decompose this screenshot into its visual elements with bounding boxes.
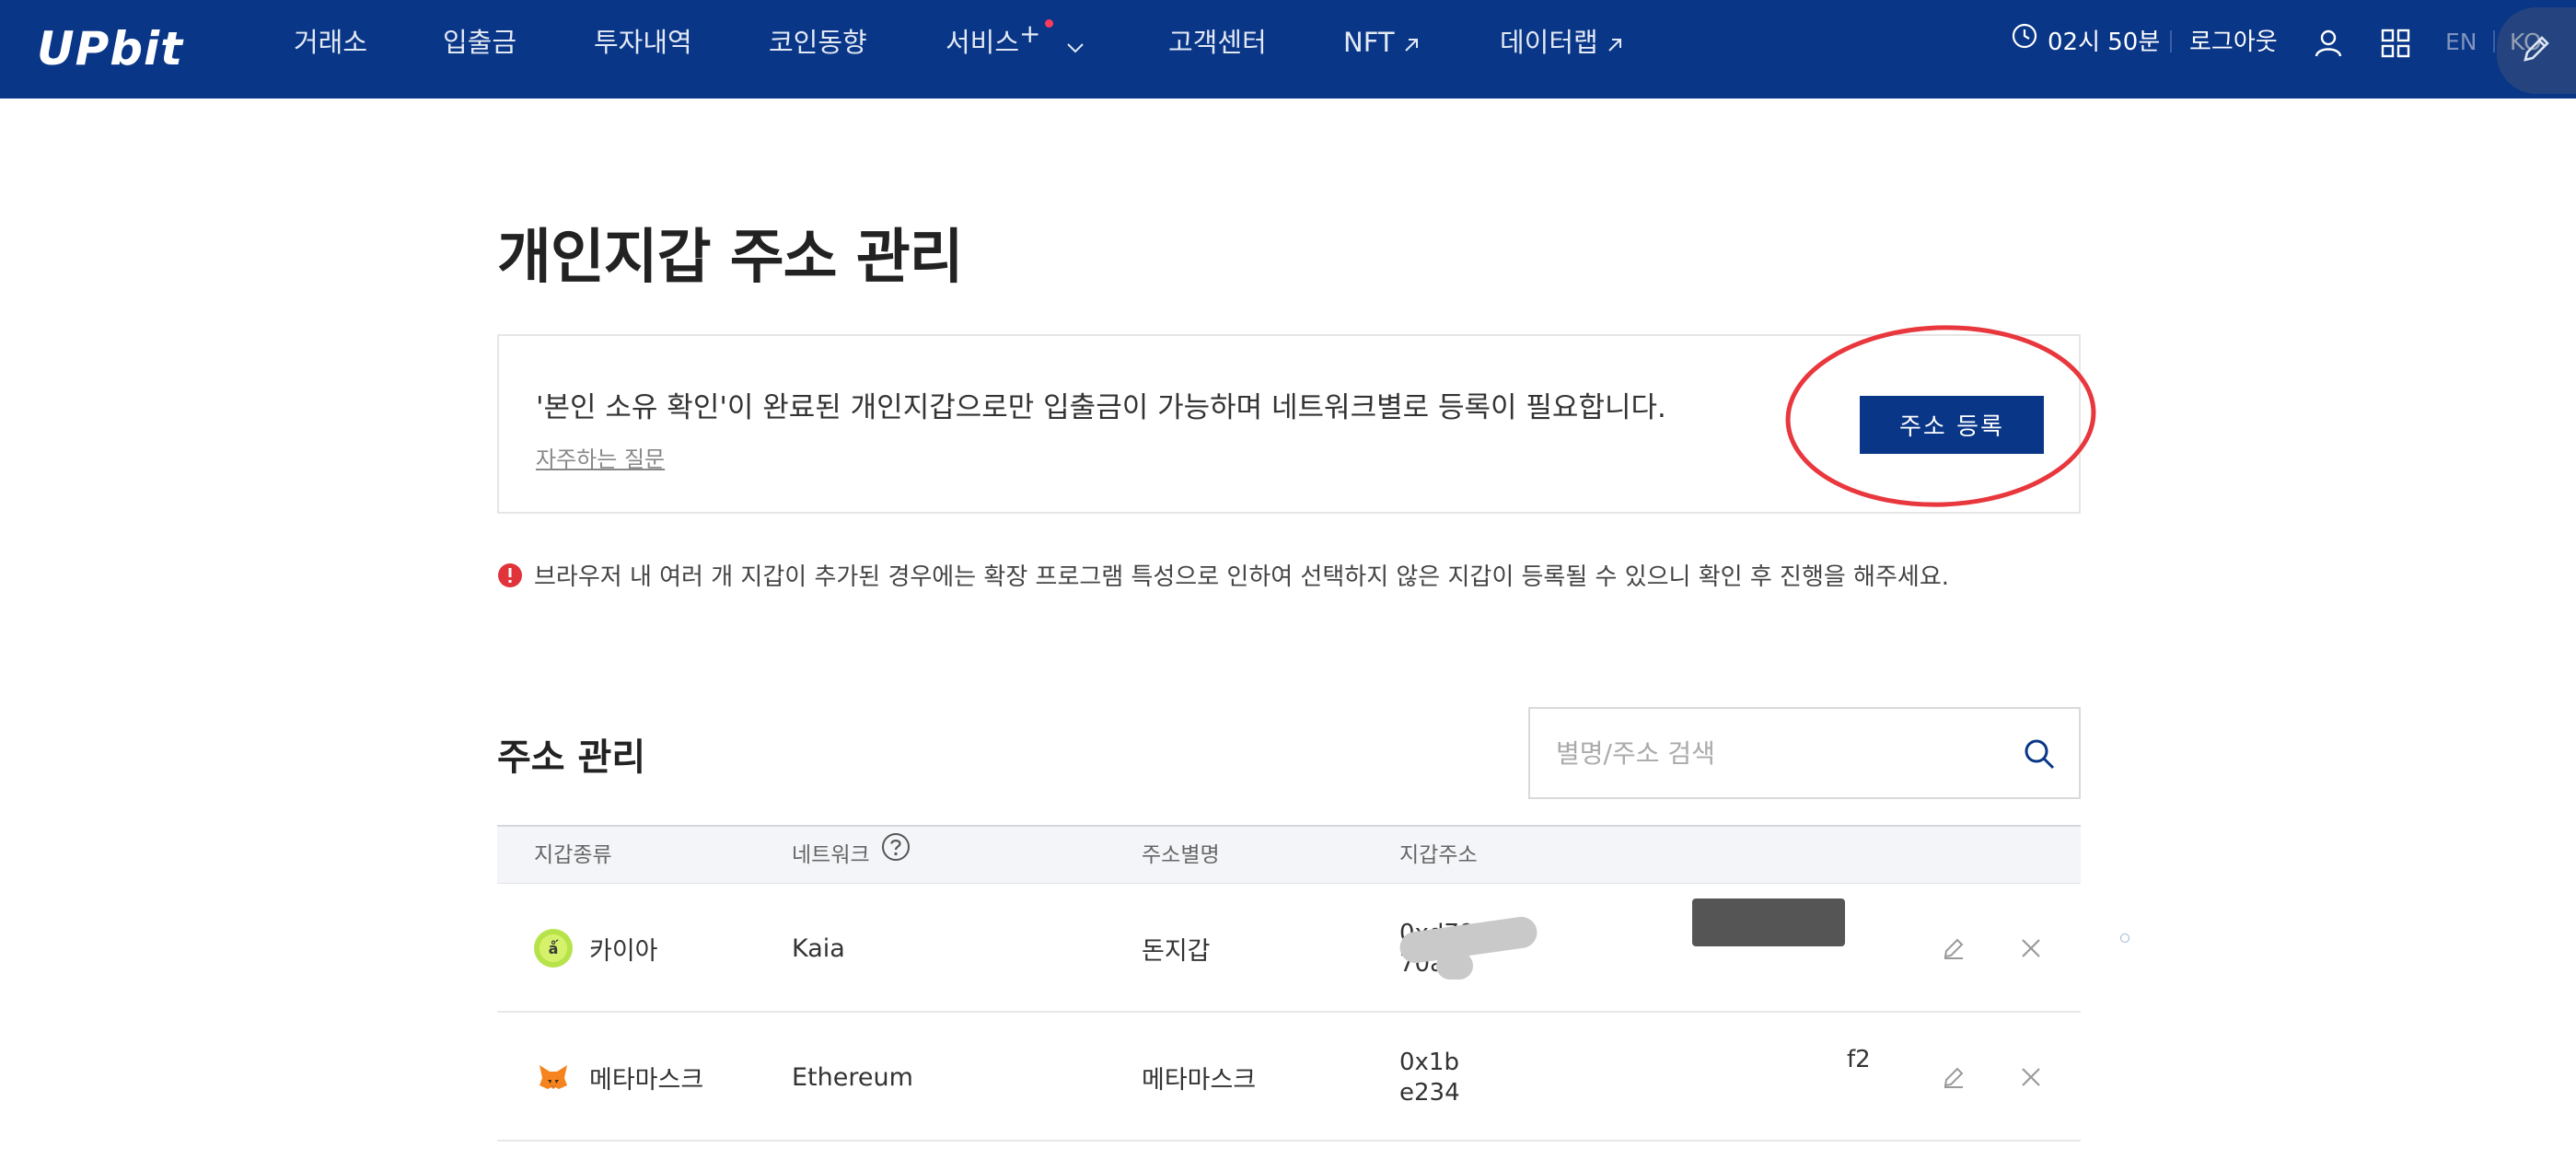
section-title: 주소 관리 (497, 736, 646, 779)
cursor-indicator (2120, 933, 2129, 943)
delete-close-icon[interactable] (2018, 1064, 2044, 1090)
search-box (1528, 707, 2081, 799)
warning-message: 브라우저 내 여러 개 지갑이 추가된 경우에는 확장 프로그램 특성으로 인하… (497, 558, 1949, 592)
nav-coin-trends[interactable]: 코인동향 (769, 0, 867, 99)
svg-text:ǻ: ǻ (549, 940, 560, 957)
language-en[interactable]: EN (2445, 0, 2477, 85)
external-link-icon (1606, 3, 1624, 87)
grid-menu-icon[interactable] (2380, 28, 2411, 59)
external-link-icon (1402, 3, 1421, 87)
nav-services-label: 서비스 (946, 27, 1020, 58)
nav-customer-center[interactable]: 고객센터 (1168, 0, 1267, 99)
delete-close-icon[interactable] (2018, 935, 2044, 961)
table-row: ǻ 카이아 Kaia 돈지갑 0xd7948512809b5 70a (497, 884, 2081, 1013)
nav-nft[interactable]: NFT (1343, 0, 1421, 99)
address-line-1: 0x1b (1399, 1049, 1459, 1076)
new-badge-dot (1044, 19, 1053, 28)
nav-services-plus: + (1019, 18, 1041, 49)
kaia-wallet-icon: ǻ (534, 929, 573, 968)
nav-investment-history[interactable]: 투자내역 (594, 0, 692, 99)
table-header: 지갑종류 네트워크 주소별명 지갑주소 (497, 825, 2081, 884)
nav-deposit-withdraw[interactable]: 입출금 (443, 0, 516, 99)
faq-link[interactable]: 자주하는 질문 (536, 441, 665, 473)
server-time-text: 02시 50분 (2048, 29, 2161, 56)
address-line-2: e234 (1399, 1079, 1460, 1107)
page-title: 개인지갑 주소 관리 (497, 224, 964, 292)
address-redaction (1692, 899, 1845, 946)
wallet-address-cell: 0x1b e234 (1399, 1048, 1460, 1108)
divider (2170, 30, 2172, 52)
address-redaction (1436, 952, 1473, 980)
nav-customer-center-label: 고객센터 (1168, 27, 1267, 58)
column-network-label: 네트워크 (792, 843, 870, 867)
column-nickname: 주소별명 (1142, 843, 1220, 867)
column-network: 네트워크 (792, 827, 911, 884)
nickname-cell: 메타마스크 (1142, 1065, 1257, 1095)
wallet-type-name: 카이아 (589, 936, 658, 966)
wallet-type-cell: 메타마스크 (534, 1013, 703, 1142)
nav-coin-trends-label: 코인동향 (769, 27, 867, 58)
help-circle-icon[interactable] (881, 827, 911, 884)
search-icon[interactable] (2022, 736, 2057, 771)
wallet-type-name: 메타마스크 (589, 1065, 704, 1095)
pencil-icon (2516, 29, 2557, 73)
column-wallet-address: 지갑주소 (1399, 843, 1478, 867)
nav-datalab-label: 데이터랩 (1500, 27, 1598, 58)
nav-datalab[interactable]: 데이터랩 (1500, 0, 1624, 99)
divider (2493, 30, 2495, 52)
user-icon[interactable] (2313, 28, 2344, 59)
network-cell: Ethereum (792, 1062, 913, 1092)
server-time: 02시 50분 (2011, 0, 2160, 85)
floating-edit-button[interactable] (2497, 7, 2576, 94)
chevron-down-icon (1066, 3, 1085, 87)
edit-pencil-icon[interactable] (1941, 935, 1967, 961)
nav-services[interactable]: 서비스+ (946, 0, 1085, 99)
alert-icon (497, 562, 523, 588)
nav-nft-label: NFT (1343, 27, 1395, 58)
column-wallet-type: 지갑종류 (534, 843, 612, 867)
upbit-logo[interactable]: UPbit (37, 17, 183, 81)
address-suffix: f2 (1847, 1046, 1871, 1073)
network-cell: Kaia (792, 933, 845, 963)
nav-exchange[interactable]: 거래소 (294, 0, 367, 99)
notice-box: '본인 소유 확인'이 완료된 개인지갑으로만 입출금이 가능하며 네트워크별로… (497, 334, 2081, 514)
clock-icon (2011, 0, 2048, 85)
nav-investment-history-label: 투자내역 (594, 27, 692, 58)
metamask-fox-icon (534, 1058, 573, 1096)
notice-text: '본인 소유 확인'이 완료된 개인지갑으로만 입출금이 가능하며 네트워크별로… (536, 391, 1666, 424)
register-address-button[interactable]: 주소 등록 (1860, 396, 2044, 454)
table-row: 메타마스크 Ethereum 메타마스크 0x1b e234 f2 (497, 1013, 2081, 1142)
top-navigation-bar: UPbit 거래소 입출금 투자내역 코인동향 서비스+ 고객센터 NFT 데이… (0, 0, 2576, 99)
nav-deposit-withdraw-label: 입출금 (443, 27, 517, 58)
nickname-cell: 돈지갑 (1142, 936, 1211, 966)
edit-pencil-icon[interactable] (1941, 1064, 1967, 1090)
search-input[interactable] (1556, 709, 1998, 797)
wallet-type-cell: ǻ 카이아 (534, 884, 658, 1013)
nav-exchange-label: 거래소 (294, 27, 368, 58)
warning-text: 브라우저 내 여러 개 지갑이 추가된 경우에는 확장 프로그램 특성으로 인하… (534, 563, 1949, 591)
logout-link[interactable]: 로그아웃 (2189, 0, 2278, 85)
